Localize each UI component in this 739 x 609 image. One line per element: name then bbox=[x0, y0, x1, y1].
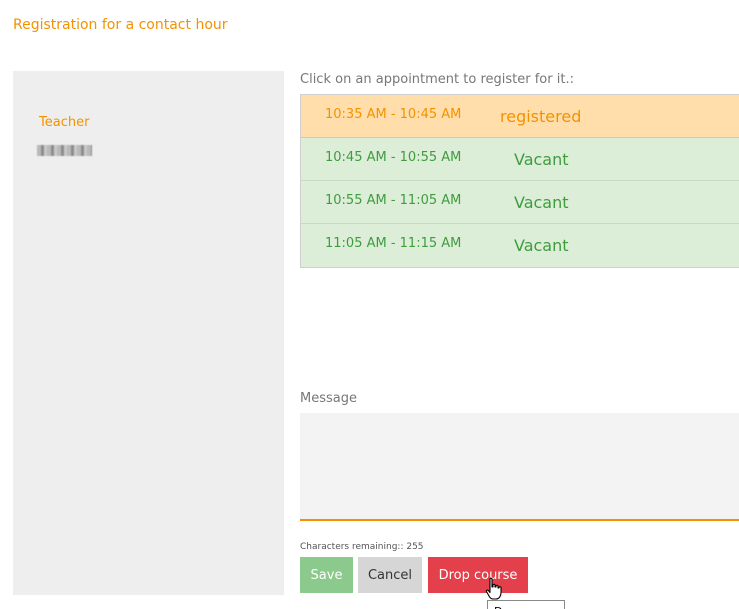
page-title: Registration for a contact hour bbox=[13, 17, 228, 33]
teacher-name-redacted bbox=[37, 145, 92, 156]
slot-time: 10:45 AM - 10:55 AM bbox=[325, 150, 462, 165]
appointment-slot-vacant[interactable]: 11:05 AM - 11:15 AM Vacant bbox=[301, 224, 739, 267]
slot-time: 10:55 AM - 11:05 AM bbox=[325, 193, 462, 208]
appointment-slot-list: 10:35 AM - 10:45 AM registered 10:45 AM … bbox=[300, 94, 739, 268]
teacher-label: Teacher bbox=[39, 115, 90, 130]
slot-time: 10:35 AM - 10:45 AM bbox=[325, 107, 462, 122]
message-label: Message bbox=[300, 391, 357, 406]
teacher-sidebar: Teacher bbox=[13, 71, 284, 595]
slot-time: 11:05 AM - 11:15 AM bbox=[325, 236, 462, 251]
registration-page: Registration for a contact hour Teacher … bbox=[0, 0, 739, 609]
drop-course-button[interactable]: Drop course bbox=[428, 557, 528, 593]
appointment-slot-vacant[interactable]: 10:45 AM - 10:55 AM Vacant bbox=[301, 138, 739, 181]
drop-course-tooltip: Drop course bbox=[487, 600, 565, 609]
save-button[interactable]: Save bbox=[300, 557, 353, 593]
slot-status: Vacant bbox=[514, 236, 569, 255]
cancel-button[interactable]: Cancel bbox=[358, 557, 422, 593]
slot-status: registered bbox=[500, 107, 582, 126]
message-textarea[interactable] bbox=[300, 413, 739, 521]
hand-pointer-cursor-icon bbox=[485, 577, 502, 600]
characters-remaining: Characters remaining:: 255 bbox=[300, 542, 424, 552]
appointment-slot-registered[interactable]: 10:35 AM - 10:45 AM registered bbox=[301, 95, 739, 138]
slots-instructions: Click on an appointment to register for … bbox=[300, 72, 574, 87]
slot-status: Vacant bbox=[514, 193, 569, 212]
slot-status: Vacant bbox=[514, 150, 569, 169]
appointment-slot-vacant[interactable]: 10:55 AM - 11:05 AM Vacant bbox=[301, 181, 739, 224]
